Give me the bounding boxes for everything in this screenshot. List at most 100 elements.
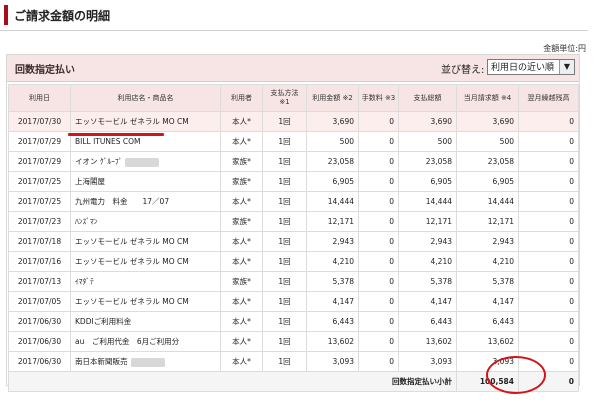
table-row: 2017/07/05 エッソモービル ゼネラル MO CM 本人* 1回 4,147 0 4… bbox=[8, 291, 579, 312]
cell-current: 13,602 bbox=[456, 331, 519, 352]
cell-total: 5,378 bbox=[398, 271, 457, 292]
red-circle-annotation bbox=[486, 356, 546, 394]
cell-user: 本人* bbox=[220, 311, 263, 332]
cell-fee: 0 bbox=[358, 291, 399, 312]
cell-amount: 13,602 bbox=[306, 331, 359, 352]
cell-carry: 0 bbox=[518, 251, 579, 272]
cell-method: 1回 bbox=[262, 311, 307, 332]
cell-total: 4,210 bbox=[398, 251, 457, 272]
cell-user: 本人* bbox=[220, 331, 263, 352]
cell-store: エッソモービル ゼネラル MO CM bbox=[70, 111, 221, 132]
cell-method: 1回 bbox=[262, 111, 307, 132]
cell-carry: 0 bbox=[518, 131, 579, 152]
cell-total: 3,690 bbox=[398, 111, 457, 132]
chevron-down-icon[interactable]: ▼ bbox=[559, 60, 574, 74]
cell-method: 1回 bbox=[262, 251, 307, 272]
subtotal-label: 回数指定払い小計 bbox=[8, 371, 457, 392]
cell-total: 6,443 bbox=[398, 311, 457, 332]
cell-user: 本人* bbox=[220, 231, 263, 252]
cell-amount: 5,378 bbox=[306, 271, 359, 292]
cell-amount: 2,943 bbox=[306, 231, 359, 252]
cell-user: 本人* bbox=[220, 131, 263, 152]
cell-current: 14,444 bbox=[456, 191, 519, 212]
page-header: ご請求金額の明細 bbox=[0, 0, 588, 31]
col-header: 手数料 ※3 bbox=[358, 84, 399, 112]
cell-user: 本人* bbox=[220, 291, 263, 312]
cell-carry: 0 bbox=[518, 311, 579, 332]
cell-current: 23,058 bbox=[456, 151, 519, 172]
cell-current: 2,943 bbox=[456, 231, 519, 252]
table-row: 2017/07/13 ｲﾏﾀﾞﾃ 家族* 1回 5,378 0 5,378 5,378 0 bbox=[8, 271, 579, 292]
cell-store: エッソモービル ゼネラル MO CM bbox=[70, 251, 221, 272]
statement-table: 利用日 利用店名・商品名 利用者 支払方法 ※1 利用金額 ※2 手数料 ※3 … bbox=[8, 84, 579, 392]
cell-method: 1回 bbox=[262, 211, 307, 232]
cell-method: 1回 bbox=[262, 271, 307, 292]
cell-carry: 0 bbox=[518, 331, 579, 352]
cell-store: au ご利用代金 6月ご利用分 bbox=[70, 331, 221, 352]
cell-total: 4,147 bbox=[398, 291, 457, 312]
cell-store: エッソモービル ゼネラル MO CM bbox=[70, 231, 221, 252]
cell-date: 2017/06/30 bbox=[8, 331, 71, 352]
redaction-blur bbox=[130, 357, 165, 367]
cell-carry: 0 bbox=[518, 291, 579, 312]
col-header: 利用店名・商品名 bbox=[70, 84, 221, 112]
cell-total: 14,444 bbox=[398, 191, 457, 212]
cell-date: 2017/07/30 bbox=[8, 111, 71, 132]
cell-amount: 6,905 bbox=[306, 171, 359, 192]
cell-method: 1回 bbox=[262, 191, 307, 212]
cell-date: 2017/07/29 bbox=[8, 131, 71, 152]
table-row: 2017/07/16 エッソモービル ゼネラル MO CM 本人* 1回 4,210 0 4… bbox=[8, 251, 579, 272]
cell-current: 6,905 bbox=[456, 171, 519, 192]
cell-date: 2017/07/05 bbox=[8, 291, 71, 312]
cell-store: ﾊﾝｽﾞﾏﾝ bbox=[70, 211, 221, 232]
cell-total: 12,171 bbox=[398, 211, 457, 232]
cell-fee: 0 bbox=[358, 211, 399, 232]
cell-method: 1回 bbox=[262, 331, 307, 352]
cell-fee: 0 bbox=[358, 171, 399, 192]
cell-amount: 3,690 bbox=[306, 111, 359, 132]
cell-date: 2017/06/30 bbox=[8, 351, 71, 372]
table-header-row: 利用日 利用店名・商品名 利用者 支払方法 ※1 利用金額 ※2 手数料 ※3 … bbox=[8, 84, 579, 112]
cell-fee: 0 bbox=[358, 311, 399, 332]
cell-amount: 3,093 bbox=[306, 351, 359, 372]
cell-fee: 0 bbox=[358, 111, 399, 132]
table-row: 2017/07/25 九州電力 料金 17／07 本人* 1回 14,444 0 14,44… bbox=[8, 191, 579, 212]
table-row: 2017/07/30 エッソモービル ゼネラル MO CM 本人* 1回 3,690 0 3… bbox=[8, 111, 579, 132]
cell-amount: 12,171 bbox=[306, 211, 359, 232]
sort-select[interactable]: 利用日の近い順 ▼ bbox=[487, 59, 575, 75]
cell-total: 2,943 bbox=[398, 231, 457, 252]
cell-fee: 0 bbox=[358, 231, 399, 252]
cell-total: 500 bbox=[398, 131, 457, 152]
cell-store: イオン ｸﾞﾙｰﾌﾟ bbox=[70, 151, 221, 172]
cell-store: 上海閣屋 bbox=[70, 171, 221, 192]
cell-fee: 0 bbox=[358, 191, 399, 212]
page-title: ご請求金額の明細 bbox=[14, 9, 111, 23]
cell-user: 家族* bbox=[220, 151, 263, 172]
cell-date: 2017/07/18 bbox=[8, 231, 71, 252]
cell-user: 家族* bbox=[220, 211, 263, 232]
red-underline-annotation bbox=[68, 133, 164, 136]
panel-header: 回数指定払い 並び替え: 利用日の近い順 ▼ bbox=[7, 55, 579, 82]
cell-amount: 14,444 bbox=[306, 191, 359, 212]
cell-total: 6,905 bbox=[398, 171, 457, 192]
col-header: 翌月繰越残高 bbox=[518, 84, 579, 112]
cell-carry: 0 bbox=[518, 231, 579, 252]
sort-label: 並び替え: bbox=[441, 65, 485, 76]
cell-total: 3,093 bbox=[398, 351, 457, 372]
cell-method: 1回 bbox=[262, 231, 307, 252]
cell-method: 1回 bbox=[262, 151, 307, 172]
cell-current: 500 bbox=[456, 131, 519, 152]
title-accent-bar bbox=[4, 5, 8, 25]
table-row: 2017/07/29 イオン ｸﾞﾙｰﾌﾟ 家族* 1回 23,058 0 23,058 23… bbox=[8, 151, 579, 172]
cell-current: 6,443 bbox=[456, 311, 519, 332]
currency-unit-label: 金額単位:円 bbox=[543, 44, 586, 53]
cell-amount: 23,058 bbox=[306, 151, 359, 172]
table-row: 2017/07/23 ﾊﾝｽﾞﾏﾝ 家族* 1回 12,171 0 12,171 12,171… bbox=[8, 211, 579, 232]
cell-method: 1回 bbox=[262, 351, 307, 372]
cell-store: 九州電力 料金 17／07 bbox=[70, 191, 221, 212]
redaction-blur bbox=[125, 157, 160, 167]
col-header: 利用金額 ※2 bbox=[306, 84, 359, 112]
cell-user: 本人* bbox=[220, 111, 263, 132]
col-header: 利用日 bbox=[8, 84, 71, 112]
cell-store: 南日本新聞販売 bbox=[70, 351, 221, 372]
